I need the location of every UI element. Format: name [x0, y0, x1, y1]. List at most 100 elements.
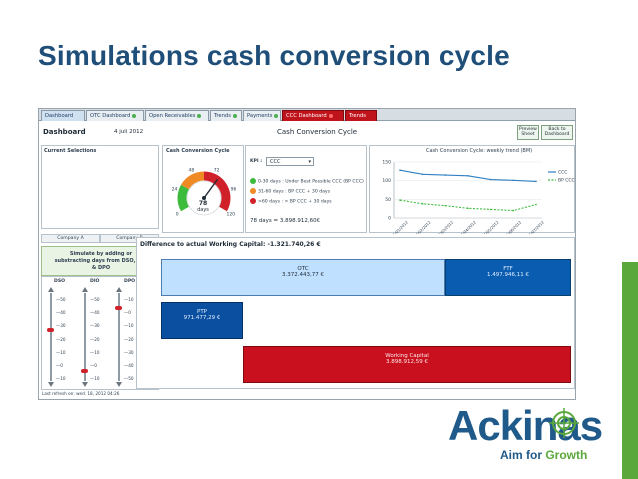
dso-label: DSO: [54, 279, 66, 284]
trend-x-tick: 1/01/2012: [392, 219, 410, 234]
status-dot-icon: [274, 113, 279, 118]
gauge-tick-label: 120: [227, 212, 236, 218]
green-dot-icon: [250, 178, 256, 184]
dpo-label: DPO: [124, 279, 136, 284]
ackinas-logo: Ackinas Aim for Growth: [448, 402, 608, 470]
scale-tick: —20: [90, 336, 100, 342]
gauge-tick-label: 96: [231, 186, 237, 192]
dio-slider-knob[interactable]: [81, 369, 88, 373]
tab-otc-dashboard[interactable]: OTC Dashboard: [86, 110, 144, 121]
dpo-down-arrow-icon[interactable]: [116, 382, 122, 387]
tab-label: Trends: [214, 113, 231, 119]
dso-slider-track[interactable]: [50, 293, 52, 381]
trend-point: [467, 175, 469, 177]
back-to-dashboard-button[interactable]: Back to Dashboard: [541, 125, 573, 140]
scale-tick: —30: [56, 323, 66, 329]
orange-dot-icon: [250, 188, 256, 194]
scale-tick: —10: [90, 376, 100, 382]
slide-title: Simulations cash conversion cycle: [38, 40, 510, 71]
dpo-slider-knob[interactable]: [115, 306, 122, 310]
otc-value: 3.372.443,77 €: [282, 272, 324, 278]
scale-tick: —10: [56, 349, 66, 355]
dio-up-arrow-icon[interactable]: [82, 287, 88, 292]
tab-dashboard[interactable]: Dashboard: [41, 110, 85, 121]
trend-y-tick: 50: [385, 197, 391, 203]
kpi-panel: KPI : CCC ▾ 0-30 days : Under Best Possi…: [245, 145, 367, 233]
scale-tick: —40: [56, 310, 66, 316]
dio-scale: —50 —40 —30 —20 —10 —0 —10: [90, 293, 100, 385]
trend-point: [399, 199, 401, 201]
trend-x-tick: 1/05/2012: [482, 219, 500, 234]
preview-sheet-button[interactable]: Preview Sheet: [517, 125, 539, 140]
working-capital-bar: Working Capital 3.898.912,59 €: [243, 346, 571, 383]
current-selections-title: Current Selections: [44, 148, 97, 154]
dio-slider-track[interactable]: [84, 293, 86, 381]
difference-panel: Difference to actual Working Capital: -1…: [136, 237, 575, 389]
dso-up-arrow-icon[interactable]: [48, 287, 54, 292]
status-dot-icon: [132, 113, 137, 118]
trend-x-tick: 1/03/2012: [437, 219, 455, 234]
red-dot-icon: [250, 198, 256, 204]
gauge-tick-label: 72: [214, 168, 220, 174]
status-dot-icon: [197, 113, 202, 118]
tab-payments[interactable]: Payments: [243, 110, 281, 121]
trend-legend-label: BP CCC: [558, 178, 575, 184]
gauge-panel: Cash Conversion Cycle 0 24 48 72 96 120 78 da…: [162, 145, 244, 233]
tab-open-receivables[interactable]: Open Receivables: [145, 110, 209, 121]
trend-x-tick: 1/06/2012: [505, 219, 523, 234]
scale-tick: —0: [56, 363, 63, 369]
scale-tick: —20: [124, 336, 134, 342]
last-refresh-label: Last refresh on: wed. 18, 2012 04:26: [42, 391, 120, 396]
gauge-svg: 0 24 48 72 96 120: [172, 168, 237, 218]
kpi-selected-value: CCC: [270, 159, 281, 165]
working-capital-value: 3.898.912,59 €: [386, 359, 428, 365]
tab-label: Payments: [247, 113, 273, 119]
kpi-select[interactable]: CCC ▾: [266, 157, 314, 166]
logo-tagline: Aim for Growth: [500, 448, 587, 462]
kpi-label: KPI :: [250, 159, 263, 164]
ptp-bar: PTP 971.477,29 €: [161, 302, 243, 339]
scale-tick: —30: [124, 349, 134, 355]
dpo-up-arrow-icon[interactable]: [116, 287, 122, 292]
trend-point: [444, 174, 447, 176]
tab-trends-2[interactable]: Trends: [345, 110, 377, 121]
scale-tick: —10: [124, 297, 134, 302]
scale-tick: —10: [90, 349, 100, 355]
otc-bar: OTC 3.372.443,77 €: [161, 259, 445, 296]
scale-tick: —30: [90, 323, 100, 329]
trend-y-tick: 150: [382, 160, 391, 166]
target-icon: [549, 408, 579, 438]
trend-x-tick: 1/04/2012: [460, 219, 478, 234]
scale-tick: —0: [90, 363, 97, 369]
dashboard-screenshot: Dashboard OTC Dashboard Open Receivables…: [38, 108, 576, 400]
tab-label: OTC Dashboard: [90, 113, 131, 119]
current-selections-panel: Current Selections: [41, 145, 159, 229]
dio-down-arrow-icon[interactable]: [82, 382, 88, 387]
gauge-value: 78: [198, 200, 208, 207]
kpi-legend-red: >60 days : > BP CCC + 30 days: [250, 198, 332, 205]
gauge-tick-label: 24: [172, 186, 178, 192]
tab-trends[interactable]: Trends: [210, 110, 242, 121]
scale-tick: —10: [124, 323, 134, 329]
dso-down-arrow-icon[interactable]: [48, 382, 54, 387]
ftf-bar: FTF 1.497.946,11 €: [445, 259, 571, 296]
gauge-tick-label: 0: [176, 212, 179, 218]
kpi-summary: 78 days = 3.898.912,60€: [250, 218, 321, 224]
date-label: 4 juli 2012: [114, 129, 144, 135]
trend-chart-svg: 150 100 50 01/01/2012 1/02/2012 1/03/2012 1/04…: [382, 160, 575, 235]
trend-point: [467, 207, 469, 210]
company-a-button[interactable]: Company A: [41, 234, 100, 243]
kpi-legend-orange: 31-60 days : BP CCC + 30 days: [250, 188, 330, 195]
tagline-part: Aim for: [500, 448, 546, 462]
trend-point: [489, 178, 492, 181]
tab-label: Dashboard: [45, 113, 74, 119]
scale-tick: —50: [124, 376, 134, 382]
tab-label: CCC Dashboard: [286, 113, 327, 119]
dso-slider-knob[interactable]: [47, 328, 54, 332]
gauge-unit: days: [197, 207, 209, 213]
trend-y-tick: 100: [382, 178, 391, 184]
trend-point: [444, 204, 447, 207]
scale-tick: —20: [56, 336, 66, 342]
tab-ccc-dashboard[interactable]: CCC Dashboard: [282, 110, 344, 121]
gauge-green-band: [177, 184, 190, 212]
